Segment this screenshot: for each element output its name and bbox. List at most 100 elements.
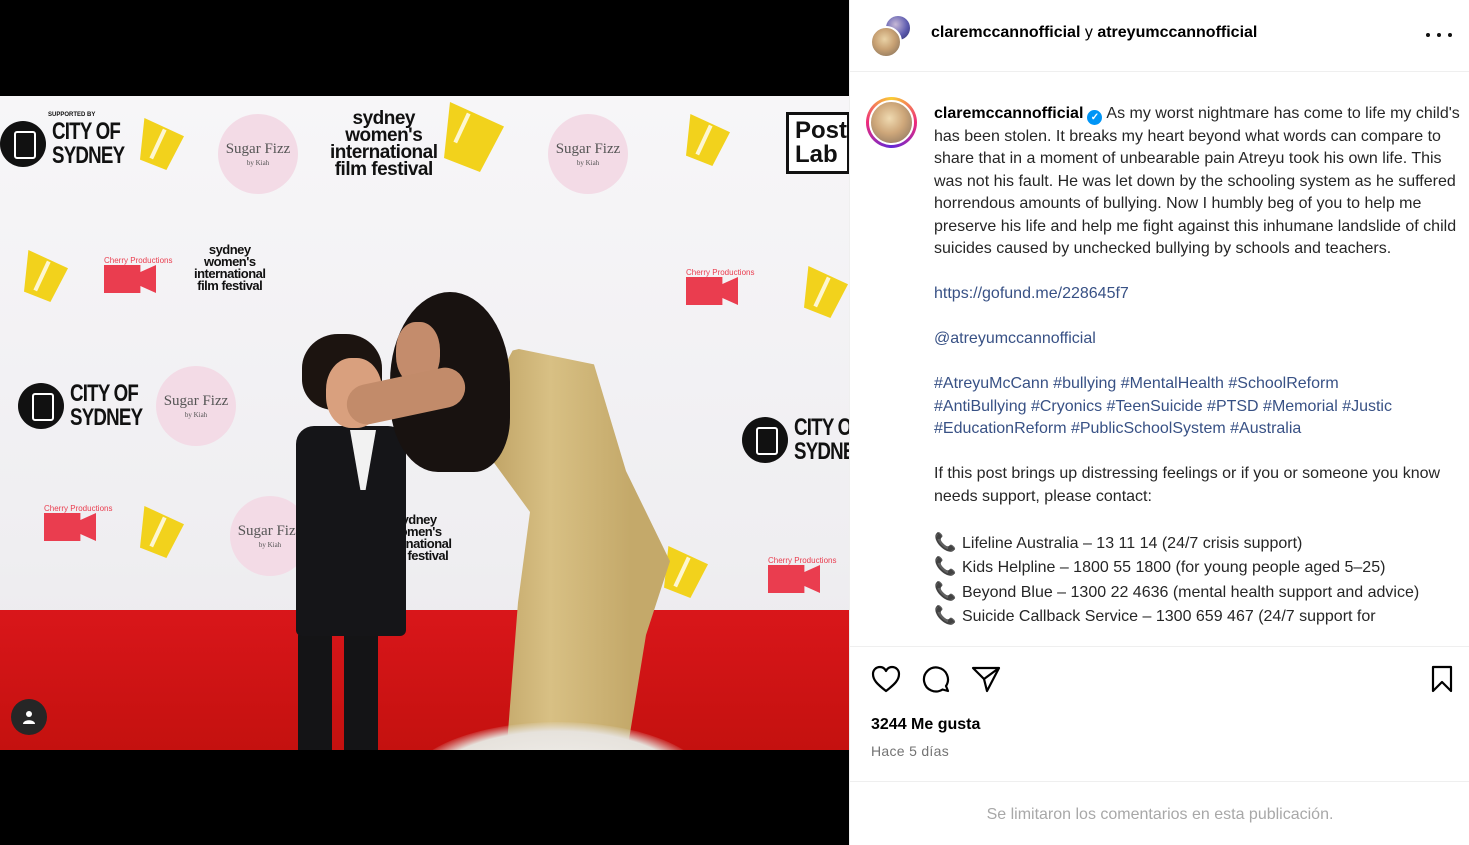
verified-badge-icon: ✓	[1087, 110, 1103, 125]
city-of-sydney-text: CITY OF SYDNEY	[52, 118, 125, 169]
boy-figure	[298, 632, 332, 750]
caption-avatar[interactable]	[866, 97, 917, 148]
tagged-people-button[interactable]	[11, 699, 47, 735]
wheat-logo	[140, 506, 184, 558]
author-link[interactable]: atreyumccannofficial	[1097, 24, 1257, 41]
sugar-fizz-logo-2: Sugar Fizz by Kiah	[548, 114, 628, 194]
sugar-fizz-label: Sugar Fizz	[163, 393, 229, 409]
swiff-logo-small: sydney women's international film festiv…	[194, 243, 266, 293]
person-icon	[23, 711, 35, 724]
wheat-logo	[444, 102, 504, 172]
cherry-productions-logo: Cherry Productions	[104, 256, 172, 293]
caption-username[interactable]: claremccannofficial	[934, 105, 1083, 122]
save-button[interactable]	[1425, 662, 1459, 696]
divider	[850, 781, 1469, 782]
city-of-label: CITY OF	[70, 380, 139, 407]
mention-link[interactable]: @atreyumccannofficial	[934, 330, 1096, 347]
contact-line: Kids Helpline – 1800 55 1800 (for young …	[962, 559, 1386, 576]
cherry-productions-logo: Cherry Productions	[686, 268, 754, 305]
sugar-fizz-logo: Sugar Fizz by Kiah	[218, 114, 298, 194]
camera-icon	[44, 513, 96, 541]
post-header: claremccannofficial y atreyumccannoffici…	[850, 0, 1469, 72]
city-of-sydney-badge	[742, 417, 788, 463]
post-side-panel: claremccannofficial y atreyumccannoffici…	[849, 0, 1469, 845]
sugar-fizz-logo-3: Sugar Fizz by Kiah	[156, 366, 236, 446]
sydney-label: SYDNEY	[794, 438, 849, 465]
cherry-productions-logo: Cherry Productions	[44, 504, 112, 541]
cherry-productions-logo: Cherry Productions	[768, 556, 836, 593]
likes-count[interactable]: 3244 Me gusta	[871, 716, 980, 734]
post-timestamp[interactable]: Hace 5 días	[871, 743, 949, 759]
more-dots-icon	[1437, 33, 1441, 37]
swiff-logo: sydney women's international film festiv…	[330, 109, 438, 180]
more-options-button[interactable]	[1426, 24, 1452, 46]
phone-icon: 📞	[934, 605, 957, 625]
caption-scroll-area[interactable]: claremccannofficial ✓ As my worst nightmar…	[850, 72, 1469, 647]
city-of-label: CITY OF	[794, 414, 849, 441]
boy-figure	[296, 426, 406, 636]
wheat-logo	[686, 114, 730, 166]
avatar	[869, 100, 914, 145]
post-authors: claremccannofficial y atreyumccannoffici…	[931, 23, 1257, 43]
by-kiah-label: by Kiah	[184, 411, 208, 419]
by-kiah-label: by Kiah	[246, 159, 270, 167]
post-view: CITY OF SYDNEY SUPPORTED BY Sugar Fizz b…	[0, 0, 1469, 845]
swiff-line4: film festival	[334, 159, 434, 180]
boy-figure	[344, 632, 378, 750]
contact-line: Suicide Callback Service – 1300 659 467 …	[962, 608, 1376, 625]
cherry-label: Cherry Productions	[104, 256, 173, 265]
media-area: CITY OF SYDNEY SUPPORTED BY Sugar Fizz b…	[0, 0, 849, 845]
wheat-logo	[664, 546, 708, 598]
phone-icon: 📞	[934, 556, 957, 576]
city-of-sydney-text: CITY OF SYDNEY	[794, 416, 849, 464]
post-label: Post	[795, 117, 848, 144]
like-button[interactable]	[869, 662, 903, 696]
sugar-fizz-label: Sugar Fizz	[555, 141, 621, 157]
camera-icon	[768, 565, 820, 593]
comments-limited-notice: Se limitaron los comentarios en esta pub…	[986, 806, 1334, 823]
wheat-logo	[804, 266, 848, 318]
supported-by-label: SUPPORTED BY	[48, 112, 96, 118]
cherry-label: Cherry Productions	[768, 556, 837, 565]
comment-icon	[922, 666, 950, 693]
red-carpet	[0, 610, 849, 750]
camera-icon	[686, 277, 738, 305]
city-of-sydney-logo: CITY OF SYDNEY SUPPORTED BY	[0, 112, 145, 169]
sydney-label: SYDNEY	[70, 404, 143, 431]
post-lab-logo: Post Lab	[786, 112, 849, 174]
heart-icon	[871, 665, 901, 693]
comment-button[interactable]	[919, 662, 953, 696]
city-of-sydney-badge	[18, 383, 64, 429]
wheat-logo	[140, 118, 184, 170]
sugar-fizz-label: Sugar Fizz	[225, 141, 291, 157]
hashtags[interactable]: #EducationReform #PublicSchoolSystem #Au…	[934, 420, 1301, 437]
share-button[interactable]	[969, 662, 1003, 696]
city-of-sydney-text: CITY OF SYDNEY	[70, 380, 143, 431]
bookmark-icon	[1431, 665, 1453, 693]
support-intro: If this post brings up distressing feeli…	[934, 465, 1445, 505]
collab-avatars[interactable]	[870, 14, 914, 58]
author-link[interactable]: claremccannofficial	[931, 24, 1080, 41]
hashtags[interactable]: #AntiBullying #Cryonics #TeenSuicide #PT…	[934, 398, 1392, 415]
post-photo[interactable]: CITY OF SYDNEY SUPPORTED BY Sugar Fizz b…	[0, 96, 849, 750]
author-separator: y	[1084, 24, 1093, 41]
more-dots-icon	[1448, 33, 1452, 37]
contact-line: Beyond Blue – 1300 22 4636 (mental healt…	[962, 583, 1420, 601]
swiff-line4: film festival	[197, 278, 263, 293]
hashtags[interactable]: #AtreyuMcCann #bullying #MentalHealth #S…	[934, 375, 1339, 392]
avatar[interactable]	[870, 26, 902, 58]
lab-label: Lab	[795, 141, 838, 168]
city-of-label: CITY OF	[52, 118, 121, 145]
paper-plane-icon	[971, 666, 1001, 693]
contact-line: Lifeline Australia – 13 11 14 (24/7 cris…	[962, 534, 1303, 552]
action-bar	[850, 648, 1469, 710]
city-of-sydney-badge	[0, 121, 46, 167]
gofundme-link[interactable]: https://gofund.me/228645f7	[934, 285, 1129, 302]
sydney-label: SYDNEY	[52, 142, 125, 169]
caption-body: As my worst nightmare has come to life m…	[934, 105, 1465, 257]
camera-icon	[104, 265, 156, 293]
city-of-sydney-logo-3: CITY OF SYDNEY	[742, 416, 849, 464]
sugar-fizz-label: Sugar Fizz	[237, 523, 303, 539]
more-dots-icon	[1426, 33, 1430, 37]
phone-icon: 📞	[934, 531, 957, 552]
